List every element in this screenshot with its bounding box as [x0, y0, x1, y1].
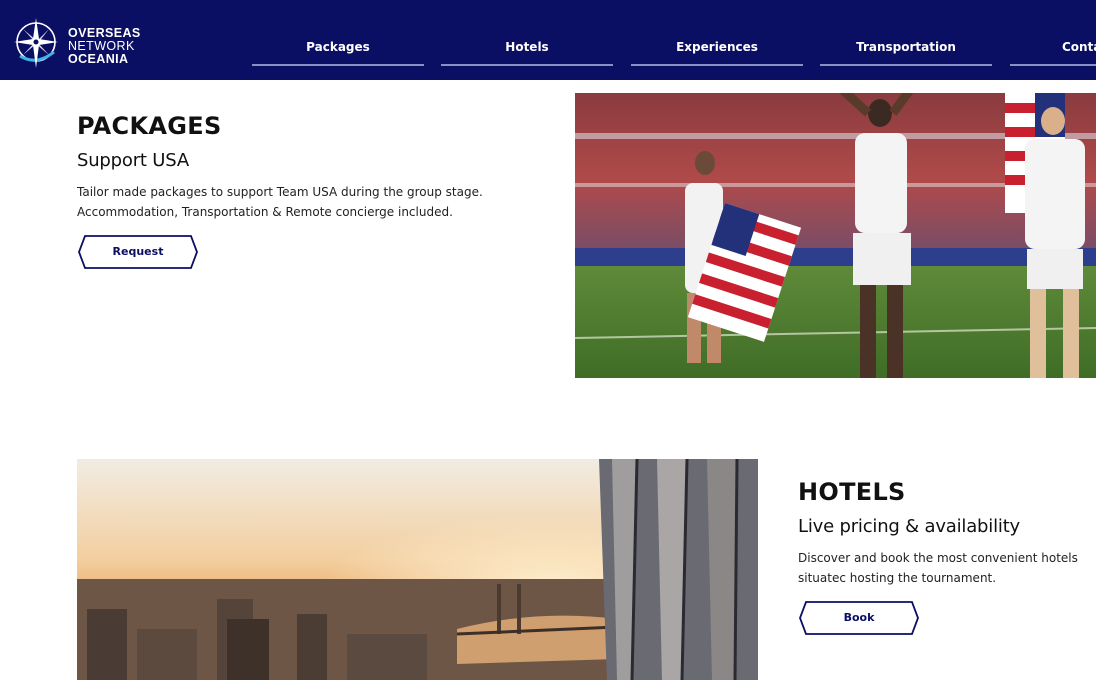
soccer-team-celebration-photo	[575, 93, 1096, 378]
city-skyline-sunset-photo	[77, 459, 758, 680]
hotels-description: Discover and book the most convenient ho…	[798, 551, 1078, 585]
request-button-label: Request	[112, 245, 164, 258]
nav-item-experiences[interactable]: Experiences	[631, 38, 803, 66]
top-navigation-bar: OVERSEAS NETWORK OCEANIA Packages Hotels…	[0, 0, 1096, 80]
packages-heading: PACKAGES	[77, 112, 222, 140]
packages-description: Tailor made packages to support Team USA…	[77, 185, 483, 219]
book-button-label: Book	[843, 611, 875, 624]
hotels-subheading: Live pricing & availability	[798, 516, 1020, 537]
nav-item-contact[interactable]: Conta	[1010, 38, 1096, 66]
main-nav: Packages Hotels Experiences Transportati…	[0, 0, 1096, 80]
packages-subheading: Support USA	[77, 150, 189, 171]
request-button[interactable]: Request	[78, 235, 198, 269]
nav-item-packages[interactable]: Packages	[252, 38, 424, 66]
nav-item-hotels[interactable]: Hotels	[441, 38, 613, 66]
book-button[interactable]: Book	[799, 601, 919, 635]
hotels-heading: HOTELS	[798, 478, 906, 506]
nav-item-transportation[interactable]: Transportation	[820, 38, 992, 66]
